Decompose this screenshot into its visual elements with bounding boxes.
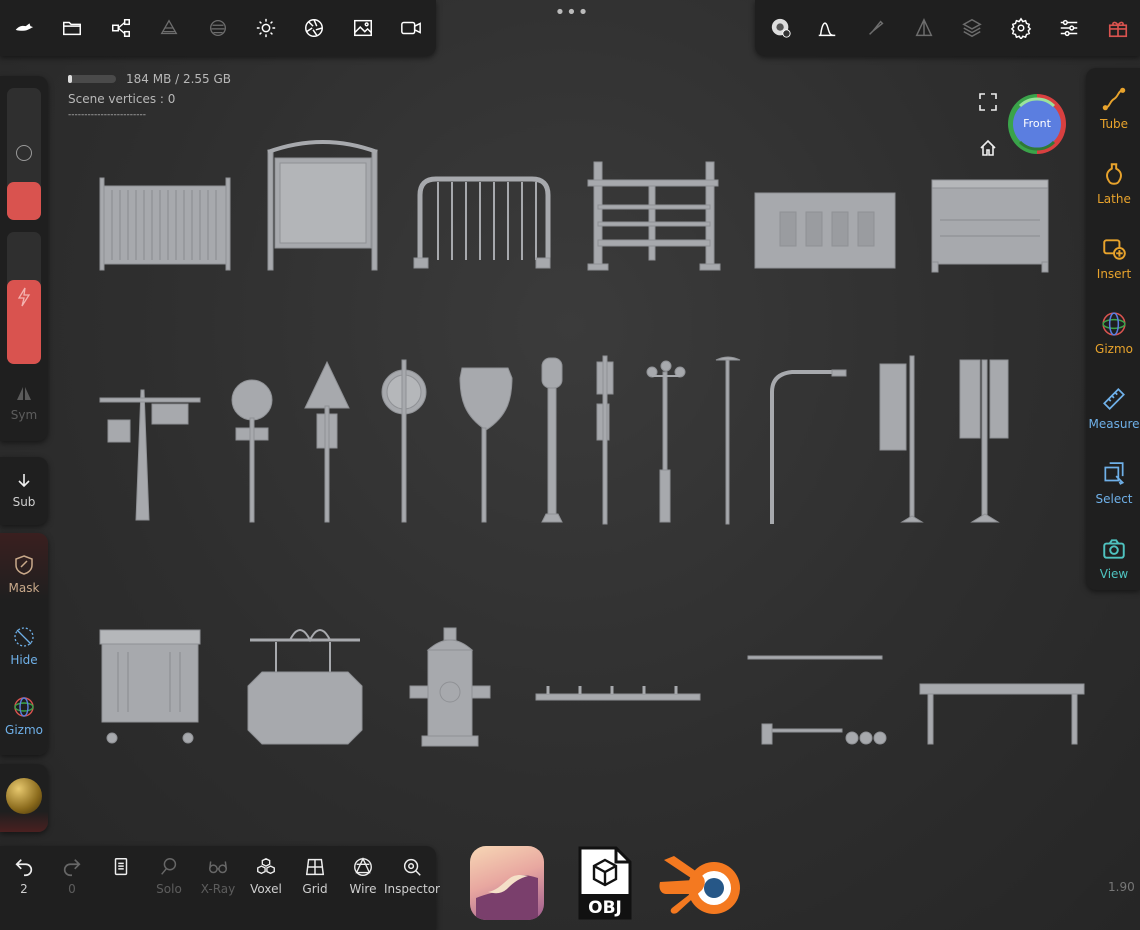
asset-dumpster-small[interactable] [99, 629, 201, 744]
asset-hanging-shop-sign[interactable] [247, 629, 363, 745]
asset-boom-barrier[interactable] [747, 655, 887, 745]
asset-jersey-barrier[interactable] [754, 192, 896, 269]
asset-bike-rack[interactable] [535, 686, 701, 701]
asset-billboard-stand[interactable] [267, 140, 378, 271]
asset-metal-fence-panel[interactable] [99, 177, 231, 271]
asset-triangle-sign[interactable] [304, 360, 350, 523]
asset-hanging-sign-post[interactable] [99, 389, 201, 521]
asset-curved-street-lamp[interactable] [770, 369, 847, 524]
asset-traffic-light[interactable] [596, 355, 614, 525]
asset-double-banner-pole[interactable] [959, 359, 1009, 523]
asset-park-bench[interactable] [919, 683, 1085, 745]
asset-dumpster-large[interactable] [931, 179, 1049, 273]
asset-parking-meter[interactable] [541, 357, 563, 523]
asset-fire-hydrant[interactable] [409, 627, 491, 747]
asset-triple-lamp-post[interactable] [646, 360, 686, 523]
asset-crowd-barrier[interactable] [413, 176, 551, 269]
asset-banner-pole[interactable] [879, 355, 924, 523]
asset-stop-sign[interactable] [381, 359, 427, 523]
asset-shield-sign[interactable] [459, 367, 513, 523]
asset-round-sign[interactable] [231, 379, 273, 523]
asset-slim-street-lamp[interactable] [715, 356, 741, 525]
asset-pipe-railing[interactable] [587, 161, 721, 271]
asset-library-viewport [99, 140, 1085, 747]
